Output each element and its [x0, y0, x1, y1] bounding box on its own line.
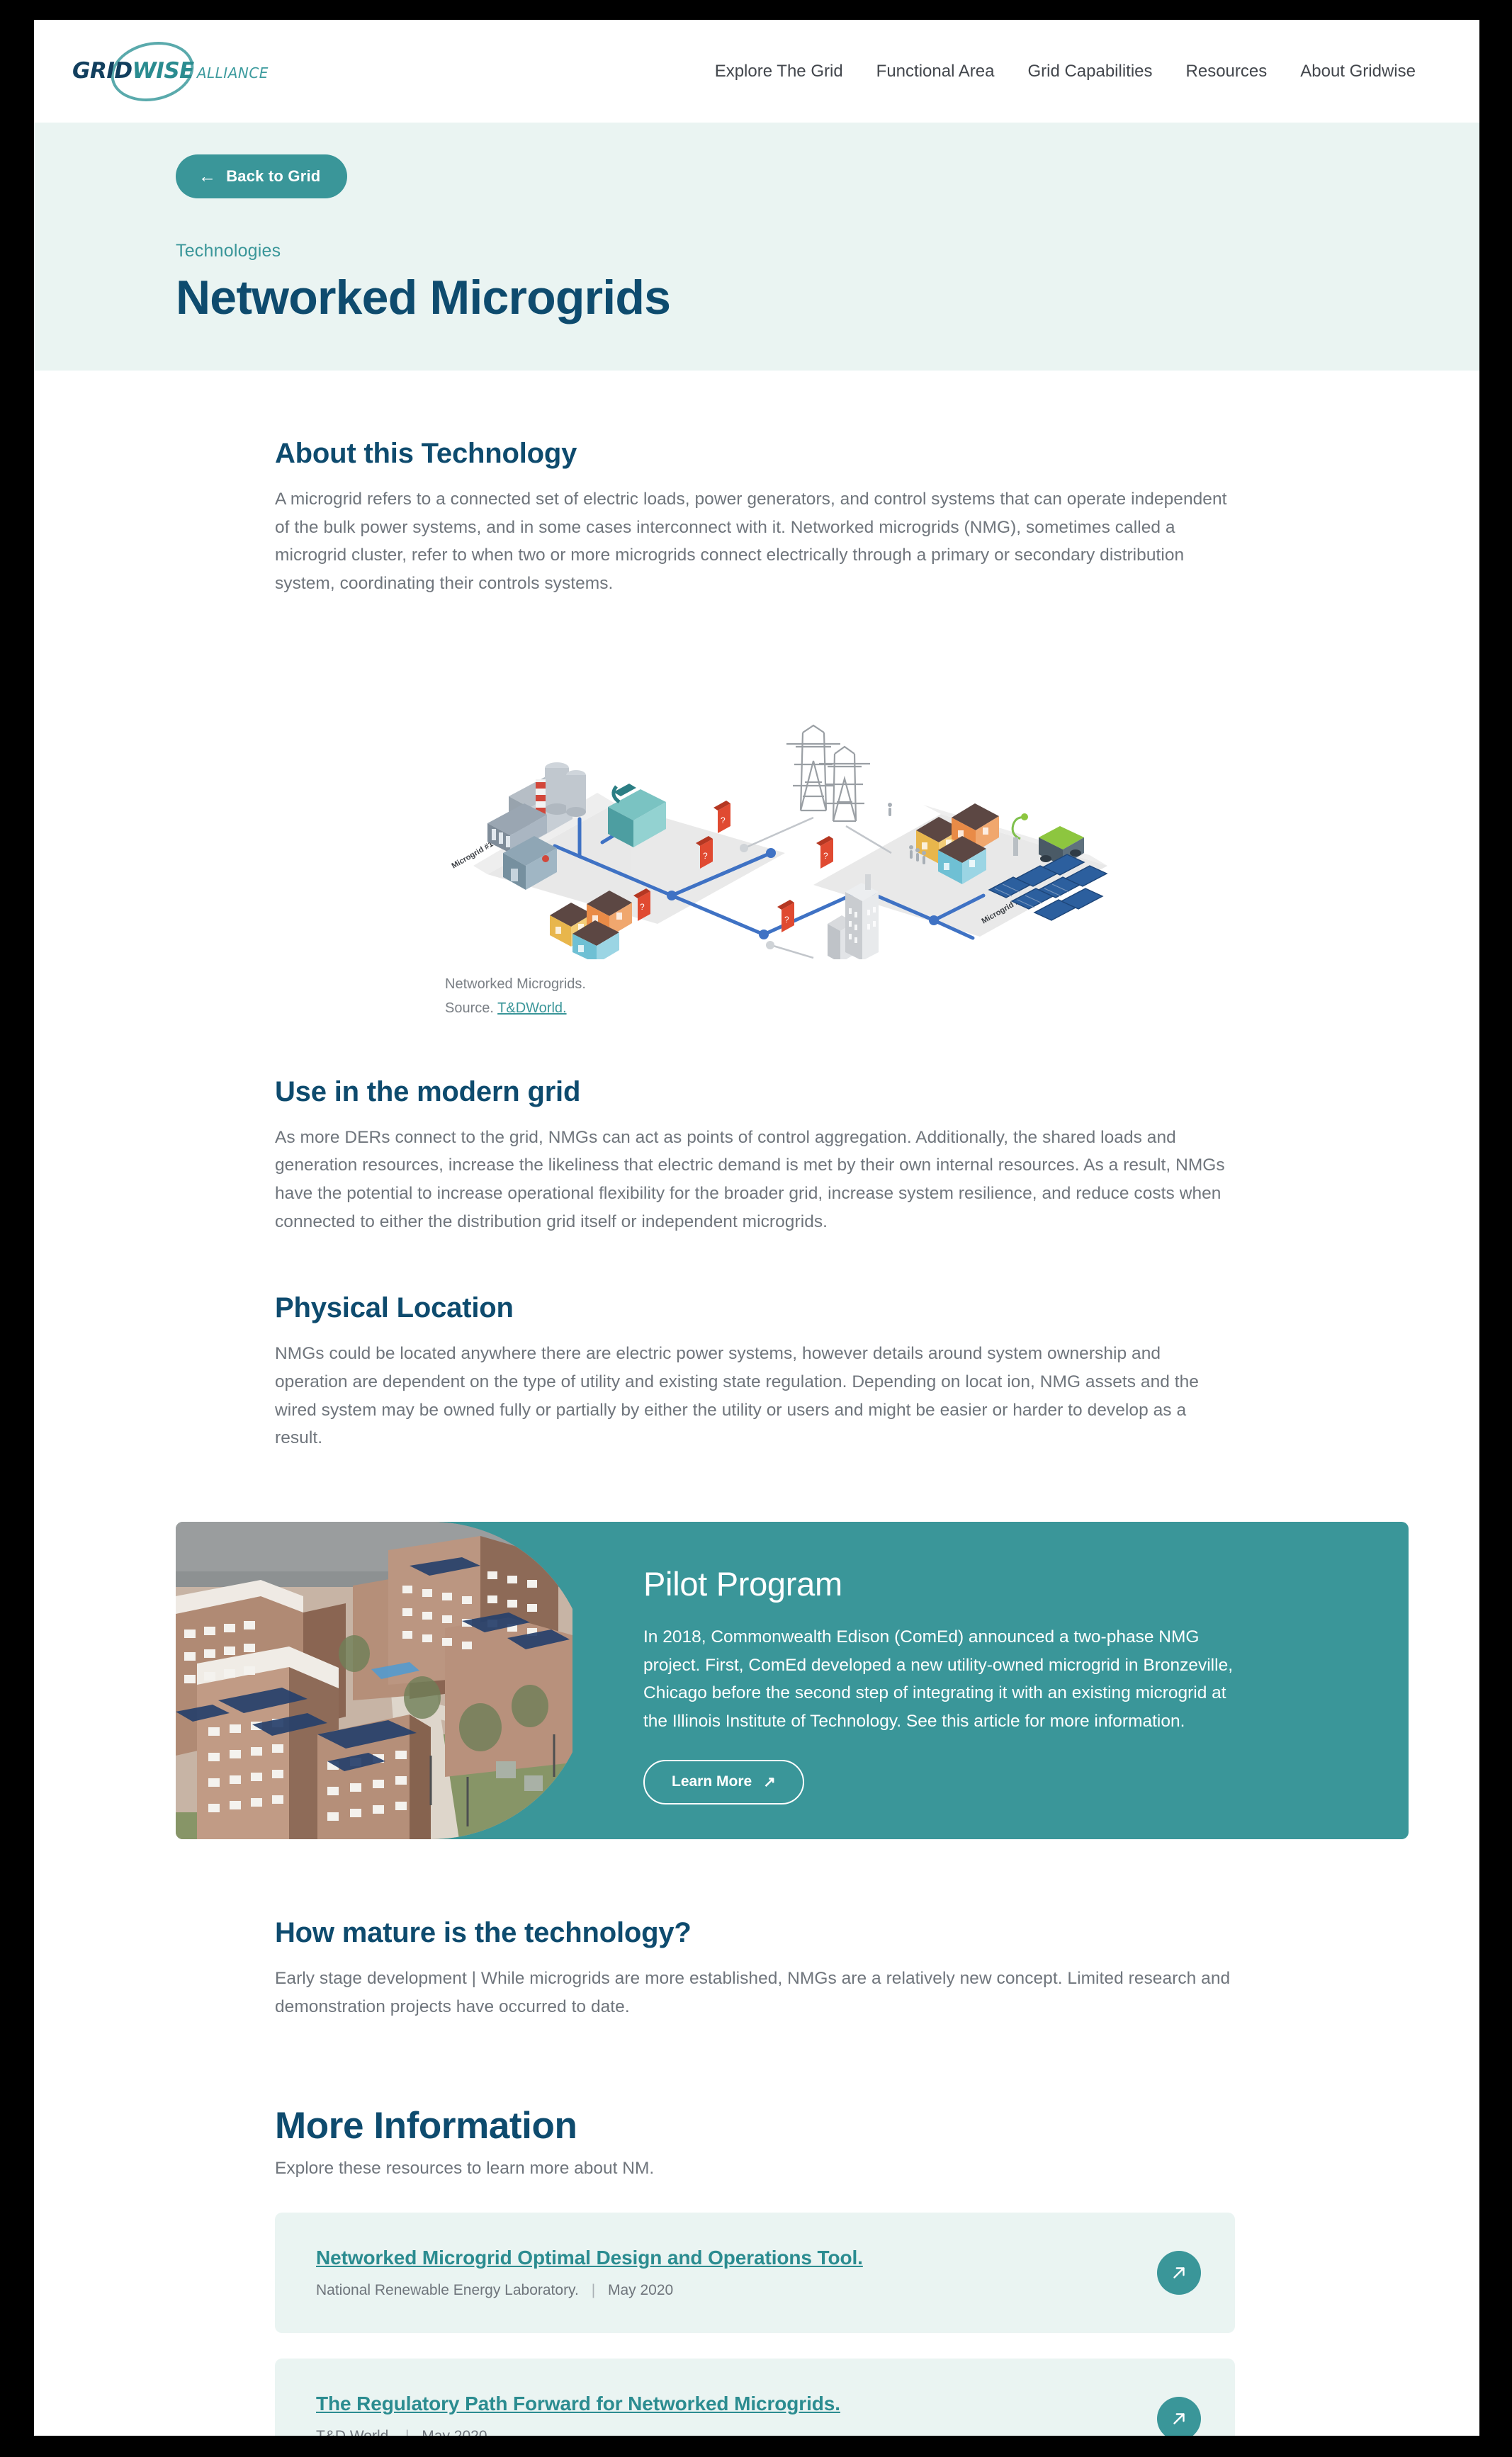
gridwise-alliance-logo[interactable]: GRIDWISE ALLIANCE	[68, 34, 268, 108]
logo-wise-text: WISE	[132, 58, 195, 84]
page-root: GRIDWISE ALLIANCE Explore The Grid Functi…	[34, 20, 1479, 2436]
nav-item-resources[interactable]: Resources	[1186, 62, 1268, 81]
svg-text:?: ?	[703, 851, 708, 861]
page-title: Networked Microgrids	[176, 271, 671, 324]
resource-meta-divider: |	[405, 2428, 409, 2436]
figure-source-link[interactable]: T&DWorld.	[497, 1000, 566, 1016]
pilot-program-content: Pilot Program In 2018, Commonwealth Edis…	[572, 1522, 1292, 1839]
pilot-program-body: In 2018, Commonwealth Edison (ComEd) ann…	[643, 1627, 1233, 1732]
external-link-arrow-icon[interactable]	[1157, 2251, 1201, 2295]
maturity-body: Early stage development | While microgri…	[275, 1969, 1231, 2016]
nav-item-explore-the-grid[interactable]: Explore The Grid	[715, 62, 843, 81]
device-frame: GRIDWISE ALLIANCE Explore The Grid Functi…	[0, 0, 1512, 2457]
resource-meta: National Renewable Energy Laboratory. | …	[316, 2282, 1157, 2299]
microgrid-diagram-image: Microgrid #1 Microgrid #2 ? ? ? ? ?	[275, 640, 1231, 959]
physical-location-body: NMGs could be located anywhere there are…	[275, 1344, 1199, 1448]
resource-list: Networked Microgrid Optimal Design and O…	[275, 2213, 1235, 2436]
learn-more-button[interactable]: Learn More ↗	[643, 1759, 804, 1804]
resource-card[interactable]: Networked Microgrid Optimal Design and O…	[275, 2213, 1235, 2334]
hero-text-block: Technologies Networked Microgrids	[176, 241, 1445, 323]
pilot-program-card: Pilot Program In 2018, Commonwealth Edis…	[176, 1522, 1409, 1840]
logo-grid-text: GRID	[72, 58, 132, 84]
hero-section: ← Back to Grid Technologies Networked Mi…	[34, 123, 1479, 371]
svg-text:?: ?	[784, 915, 789, 925]
external-link-arrow-icon[interactable]	[1157, 2397, 1201, 2436]
use-body: As more DERs connect to the grid, NMGs c…	[275, 1127, 1225, 1231]
svg-text:?: ?	[721, 815, 726, 825]
physical-location-heading: Physical Location	[275, 1292, 514, 1324]
section-technology-maturity: How mature is the technology? Early stag…	[275, 1917, 1231, 2021]
resource-source: National Renewable Energy Laboratory.	[316, 2282, 579, 2299]
figure-source-label: Source.	[445, 1000, 494, 1017]
section-use-in-modern-grid: Use in the modern grid As more DERs conn…	[275, 1076, 1231, 1236]
resource-card-main: The Regulatory Path Forward for Networke…	[316, 2393, 1157, 2436]
more-information-subtitle: Explore these resources to learn more ab…	[275, 2159, 655, 2179]
resource-link[interactable]: Networked Microgrid Optimal Design and O…	[316, 2247, 863, 2269]
arrow-left-icon: ←	[198, 166, 217, 186]
section-about-this-technology: About this Technology A microgrid refers…	[275, 371, 1231, 598]
resource-source: T&D World.	[316, 2428, 393, 2436]
about-body: A microgrid refers to a connected set of…	[275, 490, 1227, 594]
svg-text:?: ?	[823, 851, 828, 861]
use-heading: Use in the modern grid	[275, 1075, 581, 1107]
logo-wordmark: GRIDWISE ALLIANCE	[68, 60, 269, 82]
pilot-program-photo	[176, 1522, 572, 1840]
nav-item-about-gridwise[interactable]: About Gridwise	[1300, 62, 1416, 81]
breadcrumb[interactable]: Technologies	[176, 241, 1445, 261]
resource-card-main: Networked Microgrid Optimal Design and O…	[316, 2247, 1157, 2299]
maturity-heading: How mature is the technology?	[275, 1917, 692, 1949]
more-information-heading: More Information	[275, 2105, 577, 2147]
about-heading: About this Technology	[275, 438, 577, 469]
nav-item-grid-capabilities[interactable]: Grid Capabilities	[1027, 62, 1152, 81]
resource-date: May 2020	[608, 2282, 674, 2299]
section-physical-location: Physical Location NMGs could be located …	[275, 1292, 1231, 1452]
figure-caption-line1: Networked Microgrids.	[445, 976, 586, 992]
site-header: GRIDWISE ALLIANCE Explore The Grid Functi…	[34, 20, 1479, 123]
figure-networked-microgrids: Microgrid #1 Microgrid #2 ? ? ? ? ? Netw…	[275, 640, 1231, 1021]
pilot-program-heading: Pilot Program	[643, 1565, 842, 1603]
arrow-up-right-icon: ↗	[763, 1773, 776, 1790]
microgrid-diagram-svg: Microgrid #1 Microgrid #2 ? ? ? ? ?	[451, 724, 1108, 959]
back-to-grid-button[interactable]: ← Back to Grid	[176, 154, 348, 198]
section-more-information: More Information Explore these resources…	[275, 2104, 1235, 2436]
learn-more-label: Learn More	[672, 1773, 752, 1790]
figure-caption-line2: Source. T&DWorld.	[445, 996, 1231, 1020]
resource-card[interactable]: The Regulatory Path Forward for Networke…	[275, 2359, 1235, 2436]
logo-alliance-text: ALLIANCE	[196, 64, 269, 81]
main-content: About this Technology A microgrid refers…	[34, 371, 1479, 2436]
svg-text:?: ?	[640, 902, 645, 912]
figure-caption: Networked Microgrids. Source. T&DWorld.	[445, 972, 1231, 1021]
bronzeville-aerial-photo	[176, 1522, 572, 1840]
nav-item-functional-area[interactable]: Functional Area	[876, 62, 995, 81]
resource-meta-divider: |	[591, 2282, 596, 2299]
back-to-grid-label: Back to Grid	[226, 167, 321, 185]
main-navigation: Explore The Grid Functional Area Grid Ca…	[715, 62, 1416, 81]
resource-meta: T&D World. | May 2020	[316, 2428, 1157, 2436]
resource-link[interactable]: The Regulatory Path Forward for Networke…	[316, 2393, 840, 2415]
resource-date: May 2020	[422, 2428, 487, 2436]
